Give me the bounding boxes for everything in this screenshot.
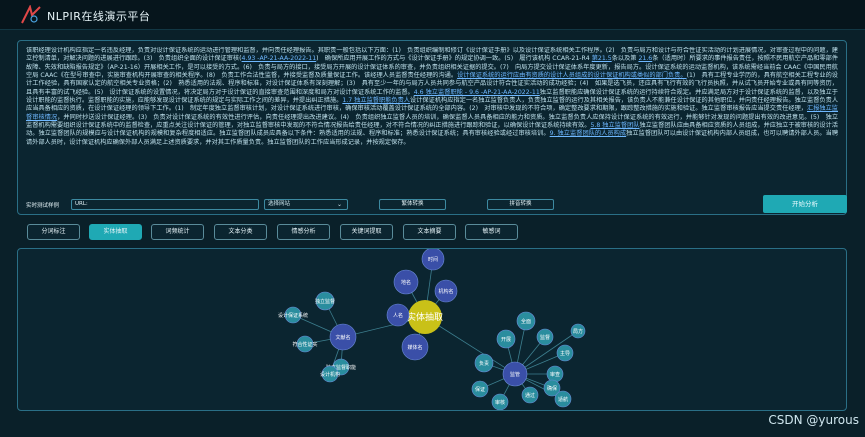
start-analysis-button[interactable]: 开始分析 <box>763 195 847 213</box>
graph-node[interactable]: 独立监督 <box>315 291 335 311</box>
highlighted-entity: 设计保证系统的运行应由有资质的设计人员组成的设计保证机构或类似的部门负责。 <box>457 72 687 80</box>
graph-node[interactable]: 全面 <box>516 311 536 331</box>
watermark: CSDN @yurous <box>768 413 859 427</box>
analysis-textarea[interactable]: 该职经理设计机构应指定一名违反经理，负责对设计保证系统的运动进行管理和监督，并向… <box>26 47 838 187</box>
graph-node-label: 保证 <box>475 386 485 393</box>
app-title: NLPIR在线演示平台 <box>47 10 151 23</box>
graph-node[interactable]: 保证 <box>471 380 489 398</box>
graph-node[interactable]: 媒体名 <box>401 333 429 361</box>
highlighted-entity: 5.8 独立监督团队 <box>590 122 640 130</box>
graph-node[interactable]: 文献名 <box>329 323 357 351</box>
graph-node[interactable]: 审查 <box>546 365 564 383</box>
sample-label: 实时测试样例 <box>26 203 60 209</box>
tab-2[interactable]: 实体抽取 <box>89 224 142 240</box>
entity-graph-panel: 实体抽取 时间地名机构名人名媒体名 文献名 全面开展 监督主导审查 负责监管确保通过 保证审… <box>17 248 847 411</box>
graph-node-label: 主导 <box>560 350 570 357</box>
graph-node[interactable]: 机构名 <box>434 279 458 303</box>
graph-node-label: 通过 <box>525 392 535 399</box>
highlighted-entity: 9. 独立监督团队的人员构成 <box>549 130 627 138</box>
graph-node[interactable]: 地名 <box>393 269 419 295</box>
highlighted-entity: 1.7 独立监督职能负责人 <box>342 97 411 105</box>
graph-node-label: 符合性证实 <box>292 341 317 348</box>
graph-node[interactable]: 局方 <box>570 323 586 339</box>
graph-node[interactable]: 人名 <box>386 303 410 327</box>
graph-center-node[interactable]: 实体抽取 <box>407 300 443 334</box>
graph-node-label: 监督 <box>540 334 550 341</box>
graph-node[interactable]: 适航 <box>554 390 572 408</box>
graph-node-label: 开展 <box>501 337 511 343</box>
graph-node[interactable]: 监管 <box>502 361 528 387</box>
graph-node-label: 负责 <box>479 360 489 367</box>
graph-node-label: 审查 <box>550 371 560 378</box>
graph-node-label: 局方 <box>573 328 583 335</box>
graph-node-label: 文献名 <box>335 334 350 341</box>
text-panel: 该职经理设计机构应指定一名违反经理，负责对设计保证系统的运动进行管理和监督，并向… <box>17 40 847 215</box>
graph-node[interactable]: 监督 <box>536 328 554 346</box>
graph-node-label: 时间 <box>428 256 438 263</box>
graph-node-label: 全面 <box>521 318 531 325</box>
highlighted-entity: 21.6 <box>638 55 653 63</box>
entity-graph: 实体抽取 时间地名机构名人名媒体名 文献名 全面开展 监督主导审查 负责监管确保通过 保证审… <box>278 249 586 410</box>
text-segment: ) 确保所应用开展工作的方式与《设计保证手册》的规定协调一致。(5) 履行该机构… <box>316 55 592 63</box>
graph-node[interactable]: 主导 <box>556 344 574 362</box>
site-select-value: 选择网站 <box>268 201 291 207</box>
graph-node[interactable]: 负责 <box>474 353 494 373</box>
tab-1[interactable]: 分词标注 <box>27 224 80 240</box>
graph-node-label: 设计机构 <box>320 371 340 378</box>
graph-node[interactable]: 审核 <box>491 393 509 410</box>
tab-8[interactable]: 敏感词 <box>465 224 518 240</box>
graph-node-label: 独立监督 <box>315 298 335 305</box>
graph-node-label: 人名 <box>393 312 403 319</box>
graph-node-label: 设计保证系统 <box>278 312 308 319</box>
site-select[interactable]: 选择网站 ⌄ <box>264 199 348 210</box>
tab-4[interactable]: 文本分类 <box>214 224 267 240</box>
tab-6[interactable]: 关键词提取 <box>340 224 393 240</box>
graph-node[interactable]: 时间 <box>421 249 445 271</box>
tab-7[interactable]: 文本摘要 <box>403 224 456 240</box>
top-bar: NLPIR在线演示平台 <box>0 0 865 30</box>
graph-node-label: 适航 <box>558 396 568 403</box>
highlighted-entity: 4.6 独立监督职能 - 9.6 -AP-21-AA-2022-11 <box>413 88 540 96</box>
tab-5[interactable]: 情感分析 <box>277 224 330 240</box>
graph-node[interactable]: 设计保证系统 <box>278 306 308 324</box>
graph-node[interactable]: 通过 <box>521 386 539 404</box>
pinyin-convert-button[interactable]: 拼音转换 <box>487 199 554 210</box>
highlighted-entity: 第21.5 <box>591 55 612 63</box>
graph-node[interactable]: 开展 <box>496 329 516 349</box>
graph-node-label: 审核 <box>495 399 505 406</box>
url-input[interactable]: URL: <box>71 199 259 210</box>
center-node-label: 实体抽取 <box>407 311 443 323</box>
chevron-down-icon: ⌄ <box>336 201 342 208</box>
highlighted-entity: 4.93 -AP-21-AA-2022-11 <box>241 55 317 63</box>
url-label: URL: <box>75 201 88 207</box>
traditional-convert-button[interactable]: 繁体转换 <box>379 199 446 210</box>
nlpir-logo-icon <box>21 5 41 24</box>
graph-node-label: 机构名 <box>438 288 453 295</box>
graph-node-label: 确保 <box>547 385 557 392</box>
graph-node-label: 地名 <box>401 279 411 286</box>
graph-node[interactable]: 符合性证实 <box>292 335 318 353</box>
input-row: 实时测试样例 URL: 选择网站 ⌄ 繁体转换 拼音转换 <box>24 198 842 212</box>
graph-node-label: 监管 <box>510 371 520 378</box>
tab-3[interactable]: 词频统计 <box>151 224 204 240</box>
text-segment: 条以及第 <box>611 55 639 63</box>
graph-node-label: 媒体名 <box>407 344 422 351</box>
